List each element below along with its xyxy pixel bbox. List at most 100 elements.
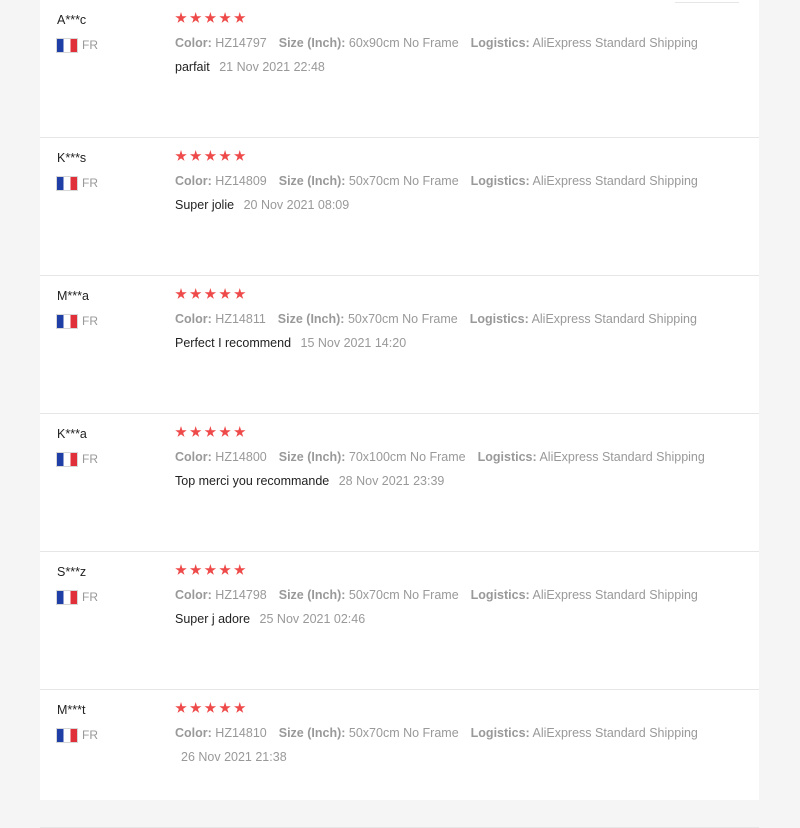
- star-icon: [189, 564, 202, 575]
- attr-size-value: 50x70cm No Frame: [347, 312, 458, 326]
- attr-color-value: HZ14811: [215, 312, 266, 326]
- star-icon: [219, 150, 231, 161]
- attr-size: Size (Inch): 70x100cm No Frame: [279, 450, 466, 468]
- review-content: parfait 21 Nov 2021 22:48: [175, 60, 325, 78]
- attr-logistics-value: AliExpress Standard Shipping: [532, 36, 698, 50]
- attr-logistics-label: Logistics:: [470, 588, 530, 602]
- star-icon: [233, 702, 246, 713]
- star-rating: [175, 12, 248, 28]
- star-rating: [175, 288, 248, 304]
- attr-logistics: Logistics: AliExpress Standard Shipping: [478, 450, 705, 468]
- star-icon: [233, 426, 246, 437]
- france-flag-icon: [57, 176, 77, 190]
- attr-size-label: Size (Inch):: [278, 174, 346, 188]
- attr-size-value: 50x70cm No Frame: [348, 174, 459, 188]
- attr-logistics-value: AliExpress Standard Shipping: [531, 312, 697, 326]
- country-code: FR: [82, 590, 98, 604]
- review-date: 20 Nov 2021 08:09: [243, 198, 350, 212]
- review-text: parfait: [175, 60, 210, 74]
- attr-size-value: 50x70cm No Frame: [348, 588, 459, 602]
- review-item: A***c FR Color: HZ14797 Size (Inch): 60x…: [40, 0, 759, 138]
- attr-color-label: Color:: [175, 174, 212, 188]
- attr-logistics-value: AliExpress Standard Shipping: [539, 450, 705, 464]
- attr-color-label: Color:: [175, 36, 212, 50]
- country-code: FR: [82, 176, 98, 190]
- attr-logistics-label: Logistics:: [470, 174, 530, 188]
- order-attributes: Color: HZ14810 Size (Inch): 50x70cm No F…: [175, 726, 710, 744]
- attr-size: Size (Inch): 50x70cm No Frame: [279, 174, 459, 192]
- france-flag-icon: [57, 728, 77, 742]
- review-date: 26 Nov 2021 21:38: [181, 750, 287, 764]
- star-icon: [204, 150, 217, 161]
- attr-size-value: 50x70cm No Frame: [348, 726, 459, 740]
- france-flag-icon: [57, 590, 77, 604]
- attr-size: Size (Inch): 50x70cm No Frame: [278, 312, 458, 330]
- star-icon: [175, 702, 187, 713]
- review-content: Super j adore 25 Nov 2021 02:46: [175, 612, 365, 630]
- star-icon: [175, 564, 187, 575]
- review-item: K***s FR Color: HZ14809 Size (Inch): 50x…: [40, 138, 759, 276]
- star-icon: [175, 12, 187, 23]
- attr-logistics-label: Logistics:: [477, 450, 537, 464]
- review-item: S***z FR Color: HZ14798 Size (Inch): 50x…: [40, 552, 759, 690]
- star-icon: [233, 150, 246, 161]
- star-icon: [175, 426, 187, 437]
- reviewer-country: FR: [57, 452, 98, 466]
- star-icon: [175, 150, 187, 161]
- star-icon: [204, 12, 217, 23]
- attr-size-label: Size (Inch):: [278, 588, 346, 602]
- attr-logistics: Logistics: AliExpress Standard Shipping: [471, 36, 698, 54]
- reviewer-country: FR: [57, 176, 98, 190]
- reviewer-country: FR: [57, 728, 98, 742]
- star-icon: [233, 288, 246, 299]
- attr-color: Color: HZ14797: [175, 36, 267, 54]
- star-icon: [219, 564, 231, 575]
- reviewer-name: K***a: [57, 427, 87, 441]
- attr-color: Color: HZ14810: [175, 726, 267, 744]
- star-icon: [219, 702, 231, 713]
- star-icon: [189, 426, 202, 437]
- review-text: Super j adore: [175, 612, 251, 626]
- star-icon: [204, 564, 217, 575]
- attr-size-value: 60x90cm No Frame: [348, 36, 459, 50]
- review-date: 21 Nov 2021 22:48: [219, 60, 325, 74]
- attr-color-label: Color:: [175, 726, 212, 740]
- attr-size: Size (Inch): 60x90cm No Frame: [279, 36, 459, 54]
- review-text: Top merci you recommande: [175, 474, 330, 488]
- star-icon: [233, 564, 246, 575]
- reviewer-name: K***s: [57, 151, 87, 165]
- attr-color-value: HZ14800: [215, 450, 267, 464]
- attr-logistics-value: AliExpress Standard Shipping: [532, 588, 698, 602]
- attr-size-label: Size (Inch):: [278, 450, 346, 464]
- review-text: Super jolie: [175, 198, 235, 212]
- star-icon: [189, 288, 202, 299]
- reviewer-country: FR: [57, 590, 98, 604]
- review-content: Top merci you recommande 28 Nov 2021 23:…: [175, 474, 444, 492]
- reviews-panel: A***c FR Color: HZ14797 Size (Inch): 60x…: [40, 0, 759, 828]
- star-icon: [204, 426, 217, 437]
- star-icon: [189, 702, 202, 713]
- attr-color-label: Color:: [175, 312, 212, 326]
- star-icon: [189, 150, 202, 161]
- attr-size-label: Size (Inch):: [278, 36, 346, 50]
- attr-size-label: Size (Inch):: [277, 312, 345, 326]
- attr-size: Size (Inch): 50x70cm No Frame: [279, 588, 459, 606]
- review-date: 25 Nov 2021 02:46: [259, 612, 366, 626]
- star-icon: [175, 288, 187, 299]
- star-rating: [175, 702, 248, 718]
- france-flag-icon: [57, 452, 77, 466]
- star-rating: [175, 150, 248, 166]
- attr-logistics-label: Logistics:: [469, 312, 529, 326]
- star-icon: [219, 12, 231, 23]
- attr-size-label: Size (Inch):: [278, 726, 346, 740]
- review-date: 28 Nov 2021 23:39: [338, 474, 445, 488]
- review-text: Perfect I recommend: [175, 336, 292, 350]
- reviewer-name: M***a: [57, 289, 89, 303]
- reviewer-name: S***z: [57, 565, 87, 579]
- review-item: M***a FR Color: HZ14811 Size (Inch): 50x…: [40, 276, 759, 414]
- attr-size: Size (Inch): 50x70cm No Frame: [279, 726, 459, 744]
- attr-logistics-value: AliExpress Standard Shipping: [532, 726, 698, 740]
- country-code: FR: [82, 314, 98, 328]
- country-code: FR: [82, 38, 98, 52]
- attr-size-value: 70x100cm No Frame: [348, 450, 466, 464]
